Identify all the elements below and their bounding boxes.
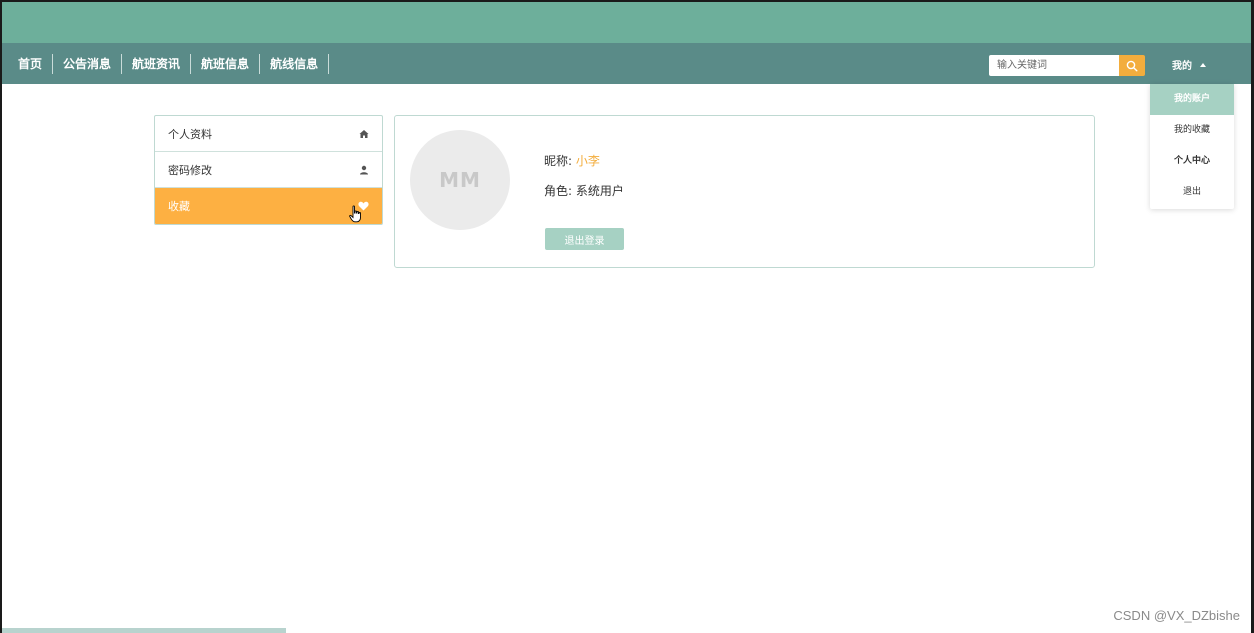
- nav-link-announcements[interactable]: 公告消息: [53, 53, 123, 74]
- dropdown-item-logout[interactable]: 退出: [1150, 177, 1234, 208]
- hand-cursor-icon: [349, 205, 361, 223]
- nickname-value: 小李: [575, 154, 600, 168]
- user-dropdown-menu: 我的账户 我的收藏 个人中心 退出: [1150, 84, 1234, 209]
- role-row: 角色: 系统用户: [544, 182, 624, 199]
- side-item-profile[interactable]: 个人资料: [155, 116, 382, 152]
- search-bar: [989, 55, 1145, 76]
- nav-links: 首页 公告消息 航班资讯 航班信息 航线信息: [8, 43, 330, 84]
- nav-link-route-info[interactable]: 航线信息: [260, 53, 330, 74]
- avatar: MM: [410, 130, 510, 230]
- top-banner: [2, 2, 1251, 43]
- user-icon: [360, 165, 368, 174]
- nickname-row: 昵称: 小李: [544, 152, 600, 169]
- window-frame: [0, 0, 1254, 633]
- search-input[interactable]: [989, 55, 1119, 76]
- dropdown-item-my-favorites[interactable]: 我的收藏: [1150, 115, 1234, 146]
- side-item-label: 个人资料: [168, 127, 212, 141]
- caret-up-icon: [1200, 62, 1206, 67]
- search-icon: [1126, 60, 1138, 72]
- logout-button[interactable]: 退出登录: [545, 228, 624, 250]
- dropdown-item-personal-center[interactable]: 个人中心: [1150, 146, 1234, 177]
- home-icon: [359, 129, 369, 138]
- profile-card: MM 昵称: 小李 角色: 系统用户 退出登录: [394, 115, 1095, 268]
- nav-link-home[interactable]: 首页: [8, 53, 54, 74]
- search-button[interactable]: [1119, 55, 1145, 76]
- nav-link-flight-news[interactable]: 航班资讯: [122, 53, 192, 74]
- side-item-label: 密码修改: [168, 163, 212, 177]
- user-menu-toggle[interactable]: 我的: [1172, 57, 1206, 72]
- dropdown-item-my-account[interactable]: 我的账户: [1150, 84, 1234, 115]
- main-navbar: 首页 公告消息 航班资讯 航班信息 航线信息 我的: [2, 43, 1251, 84]
- side-item-change-password[interactable]: 密码修改: [155, 152, 382, 188]
- side-item-label: 收藏: [168, 200, 190, 213]
- nickname-label: 昵称:: [544, 154, 576, 168]
- role-label: 角色:: [544, 184, 576, 198]
- taskbar-strip: [2, 628, 286, 633]
- watermark-text: CSDN @VX_DZbishe: [1113, 608, 1240, 623]
- nav-link-flight-info[interactable]: 航班信息: [191, 53, 261, 74]
- role-value: 系统用户: [575, 184, 624, 198]
- user-menu-label: 我的: [1172, 61, 1192, 72]
- side-item-favorites[interactable]: 收藏: [155, 188, 382, 224]
